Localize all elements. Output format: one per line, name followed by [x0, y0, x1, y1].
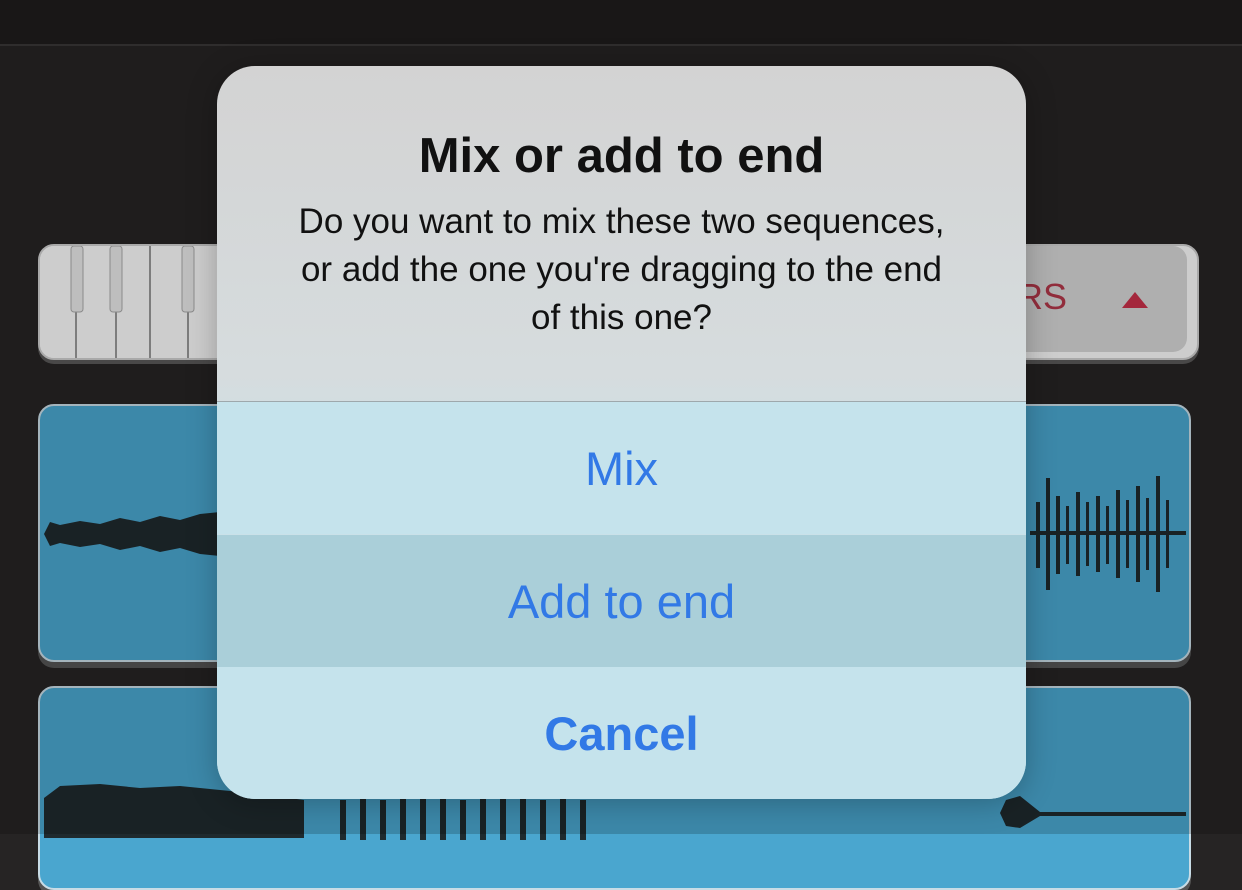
mix-button[interactable]: Mix [217, 402, 1026, 534]
alert-title: Mix or add to end [418, 129, 825, 183]
add-to-end-button[interactable]: Add to end [217, 535, 1026, 667]
cancel-button[interactable]: Cancel [217, 667, 1026, 799]
alert-dialog: Mix or add to end Do you want to mix the… [217, 66, 1026, 799]
alert-message: Do you want to mix these two sequences, … [298, 202, 945, 337]
